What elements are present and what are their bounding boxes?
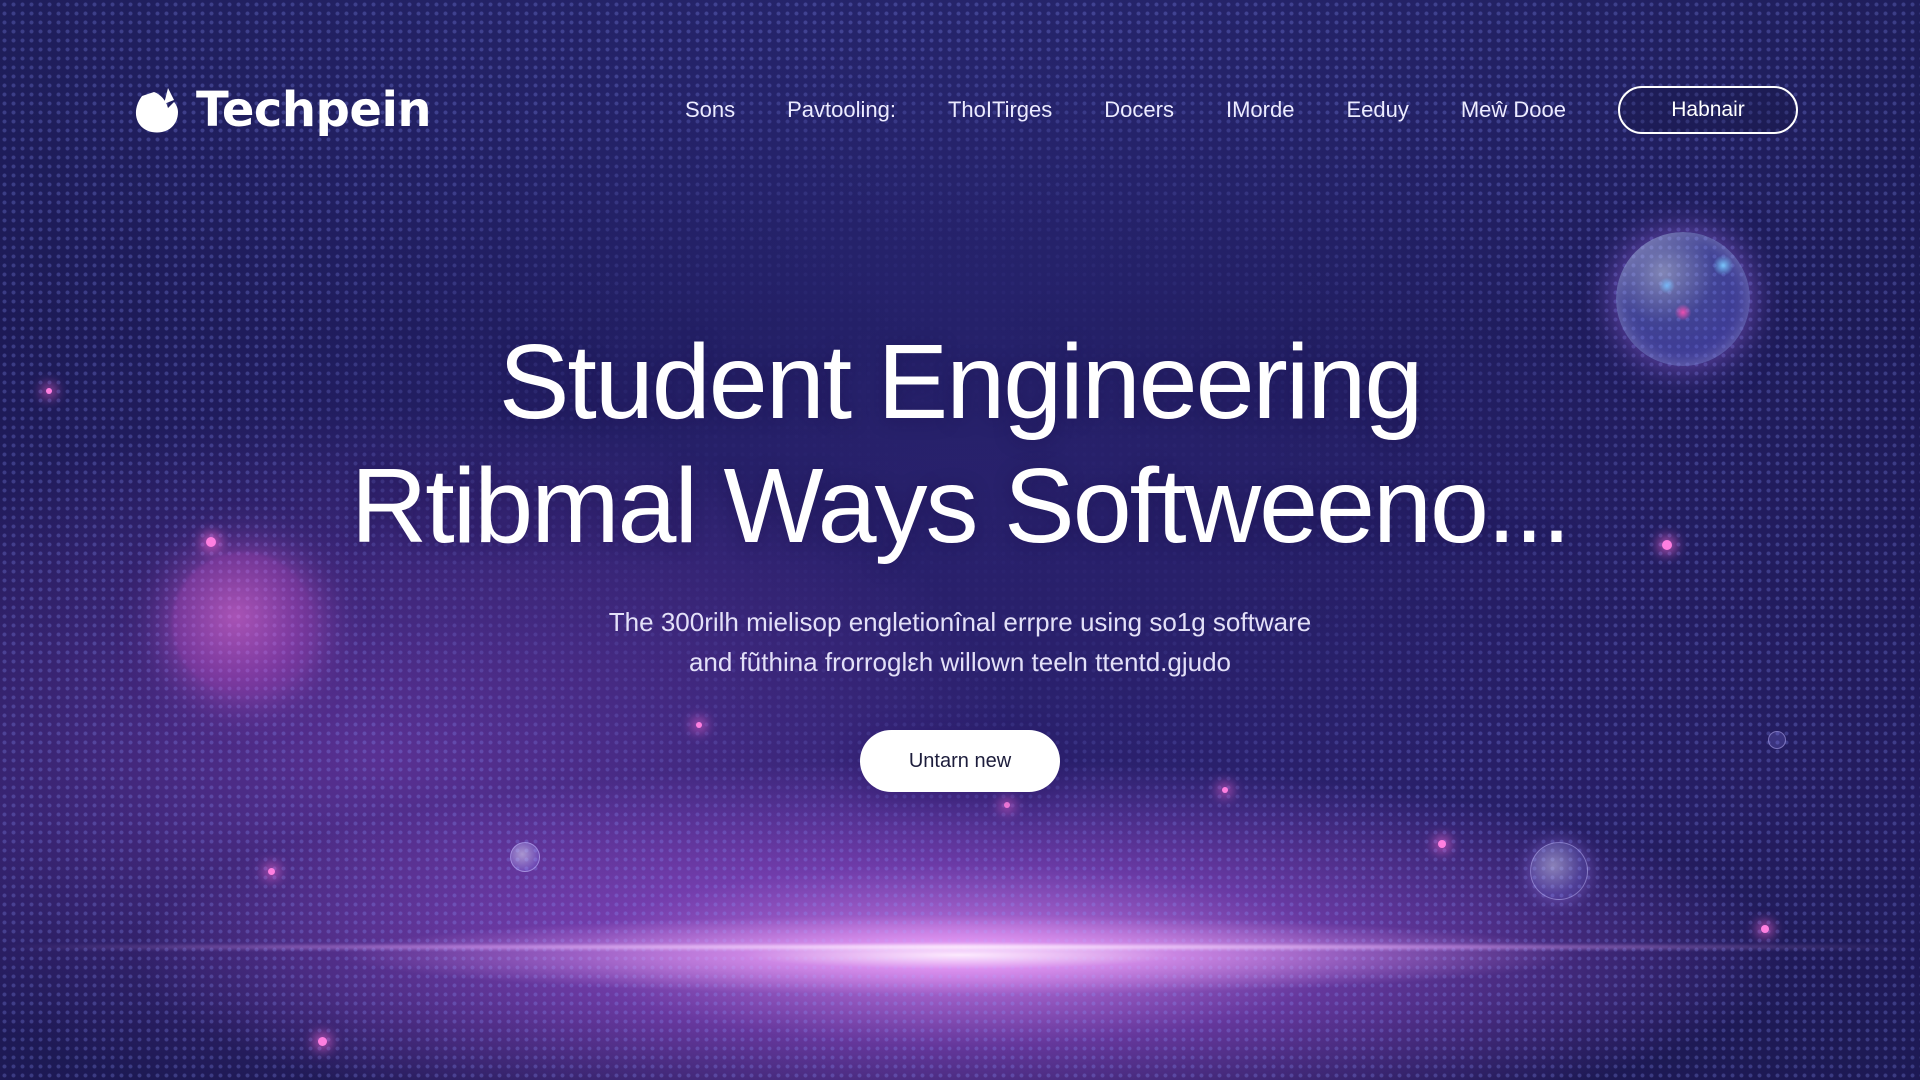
sparkle xyxy=(1761,925,1769,933)
hero-cta-button[interactable]: Untarn new xyxy=(860,730,1060,792)
hero-subtitle: The 300rilh mielisop engletionînal errpr… xyxy=(0,602,1920,682)
hero-subtitle-line-2: and fũthina frorroglεh willown teeln tte… xyxy=(688,647,1232,677)
nav-item-eeduy[interactable]: Eeduy xyxy=(1346,97,1408,123)
hero-title-line-2: Rtibmal Ways Softweeno... xyxy=(350,447,1572,565)
nav-item-mew-dooe[interactable]: Meŵ Dooe xyxy=(1461,97,1566,123)
sparkle xyxy=(268,868,275,875)
leaf-shield-icon xyxy=(128,82,184,138)
hero-title-line-1: Student Engineering xyxy=(498,323,1424,441)
brand-logo[interactable]: Techpein xyxy=(128,82,432,138)
bottom-light-line xyxy=(0,945,1920,949)
sparkle xyxy=(1438,840,1446,848)
nav-item-sons[interactable]: Sons xyxy=(685,97,735,123)
header-cta-button[interactable]: Habnair xyxy=(1618,86,1798,134)
landing-page: Techpein Sons Pavtooling: ThoITirges Doc… xyxy=(0,0,1920,1080)
nav-item-docers[interactable]: Docers xyxy=(1104,97,1174,123)
site-header: Techpein Sons Pavtooling: ThoITirges Doc… xyxy=(128,78,1798,142)
hero-subtitle-line-1: The 300rilh mielisop engletionînal errpr… xyxy=(608,607,1312,637)
bottom-light-glow xyxy=(0,900,1920,1010)
nav-item-imorde[interactable]: IMorde xyxy=(1226,97,1294,123)
hero-section: Student Engineering Rtibmal Ways Softwee… xyxy=(0,320,1920,792)
nav-item-pavtooling[interactable]: Pavtooling: xyxy=(787,97,896,123)
nav-item-thoitirges[interactable]: ThoITirges xyxy=(948,97,1052,123)
bubble-orb-bottom-right xyxy=(1530,842,1588,900)
hero-title: Student Engineering Rtibmal Ways Softwee… xyxy=(0,320,1920,568)
sparkle xyxy=(318,1037,327,1046)
sparkle xyxy=(1004,802,1010,808)
main-nav: Sons Pavtooling: ThoITirges Docers IMord… xyxy=(685,86,1798,134)
bubble-orb-bottom-left xyxy=(510,842,540,872)
brand-name: Techpein xyxy=(196,82,432,138)
